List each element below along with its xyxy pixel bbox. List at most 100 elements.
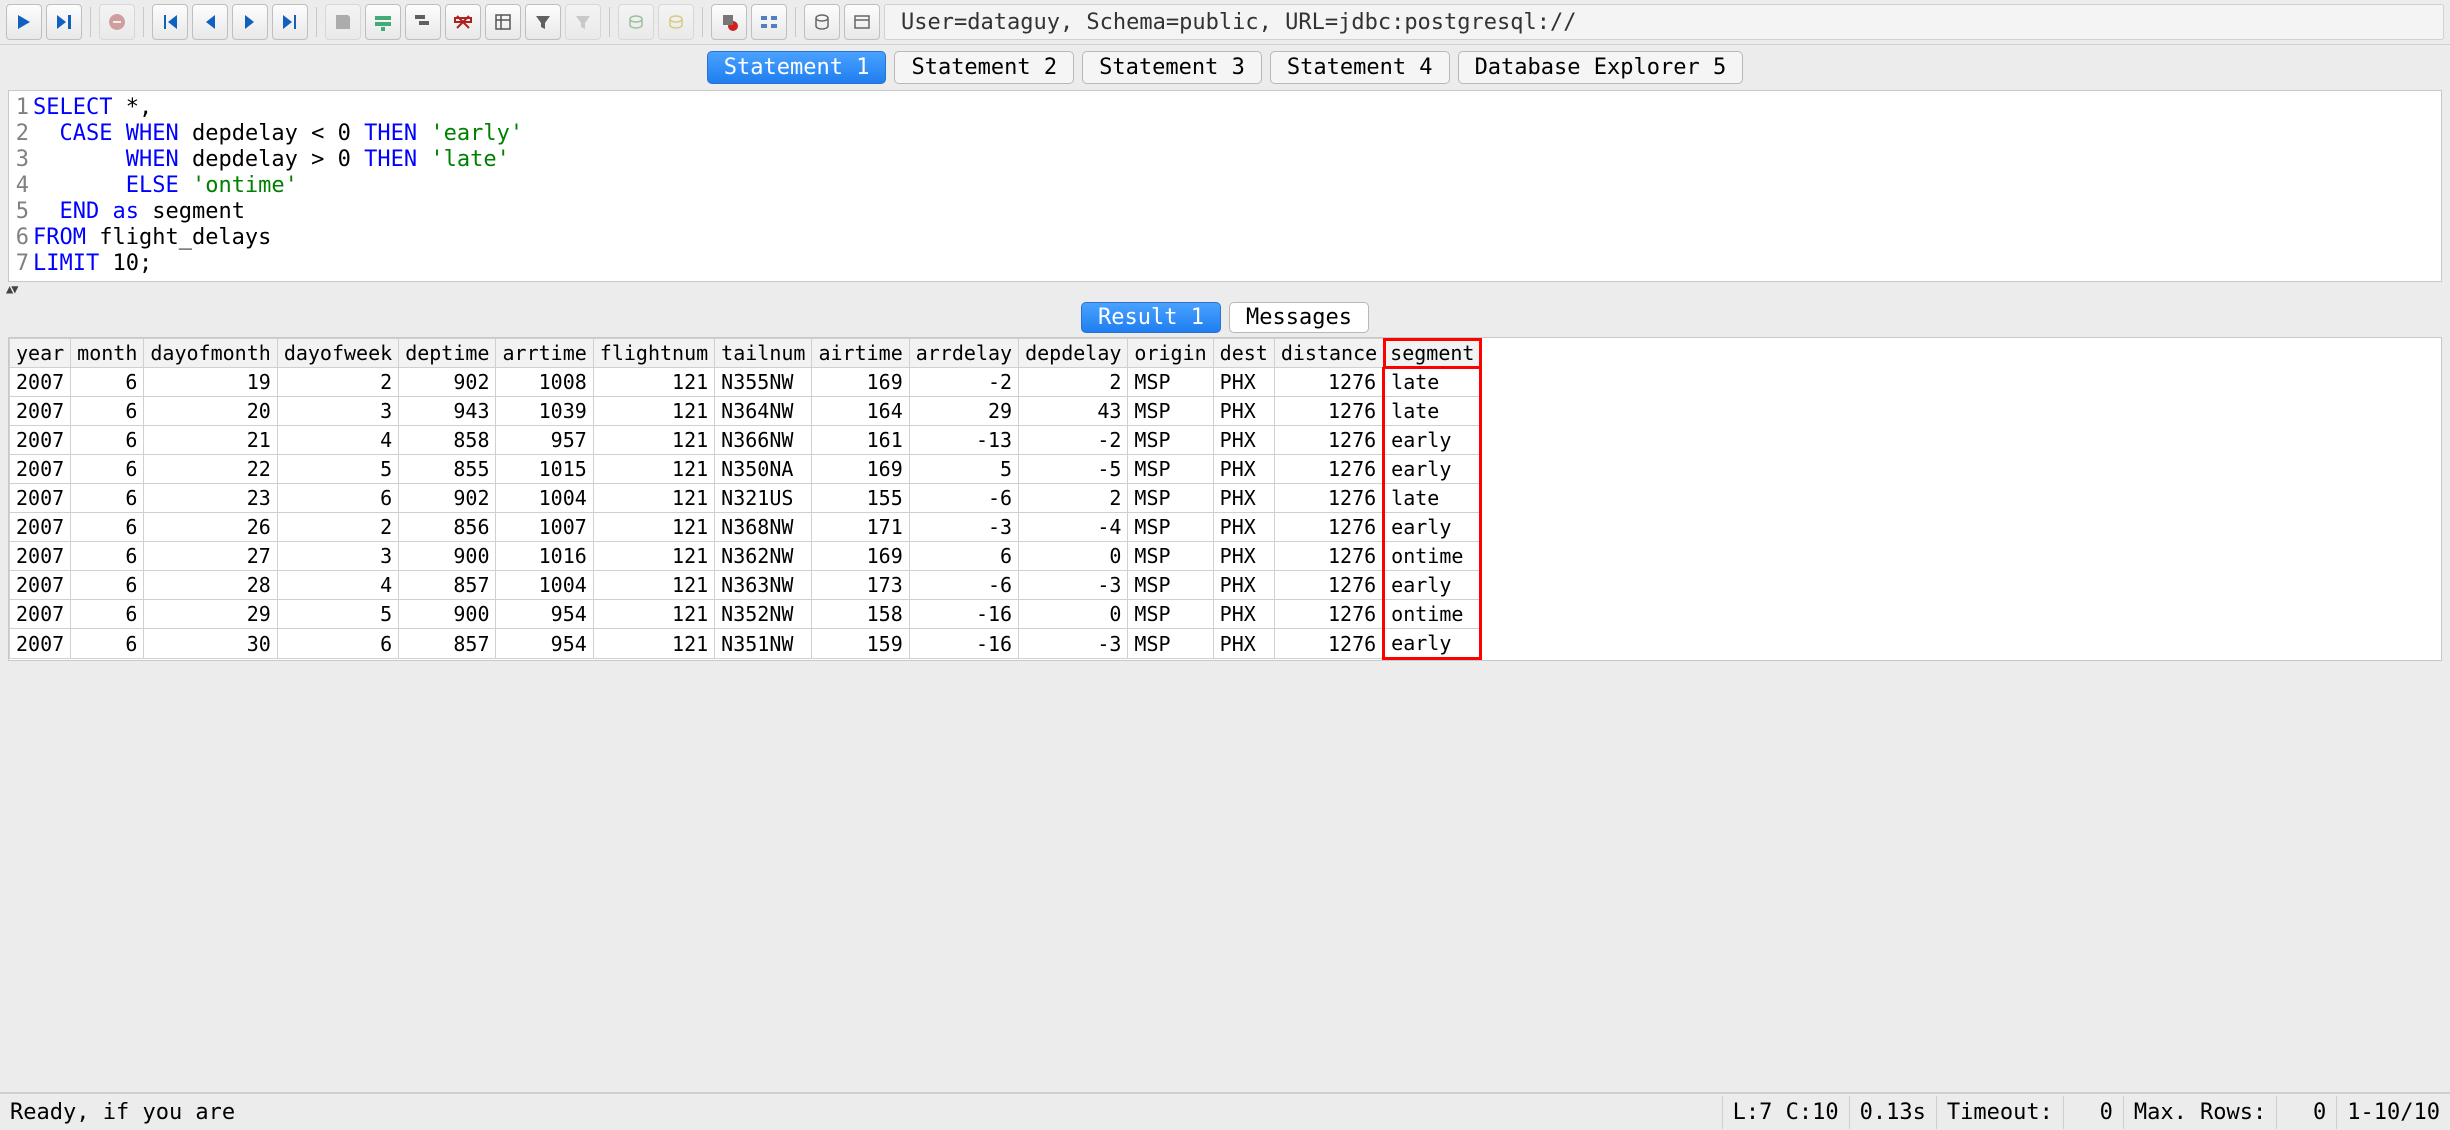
cell-distance[interactable]: 1276 <box>1274 426 1383 455</box>
cell-dayofweek[interactable]: 5 <box>277 600 398 629</box>
cell-dayofmonth[interactable]: 21 <box>144 426 277 455</box>
cell-distance[interactable]: 1276 <box>1274 542 1383 571</box>
table-row[interactable]: 20076295900954121N352NW158-160MSPPHX1276… <box>10 600 1481 629</box>
cell-dest[interactable]: PHX <box>1213 629 1274 659</box>
cell-flightnum[interactable]: 121 <box>593 426 714 455</box>
col-header-origin[interactable]: origin <box>1128 339 1213 368</box>
cell-dest[interactable]: PHX <box>1213 571 1274 600</box>
code-line[interactable]: CASE WHEN depdelay < 0 THEN 'early' <box>33 121 523 147</box>
select-columns-icon[interactable] <box>485 4 521 40</box>
cell-flightnum[interactable]: 121 <box>593 542 714 571</box>
cell-flightnum[interactable]: 121 <box>593 455 714 484</box>
col-header-depdelay[interactable]: depdelay <box>1019 339 1128 368</box>
cell-depdelay[interactable]: -3 <box>1019 571 1128 600</box>
cell-flightnum[interactable]: 121 <box>593 484 714 513</box>
sql-editor[interactable]: 1SELECT *,2 CASE WHEN depdelay < 0 THEN … <box>8 90 2442 282</box>
col-header-segment[interactable]: segment <box>1384 339 1481 368</box>
cell-dayofweek[interactable]: 2 <box>277 513 398 542</box>
cell-year[interactable]: 2007 <box>10 513 71 542</box>
status-timeout-value[interactable]: 0 <box>2064 1096 2124 1129</box>
cell-tailnum[interactable]: N362NW <box>715 542 812 571</box>
cell-depdelay[interactable]: -4 <box>1019 513 1128 542</box>
cell-distance[interactable]: 1276 <box>1274 455 1383 484</box>
cell-arrtime[interactable]: 1007 <box>496 513 593 542</box>
col-header-tailnum[interactable]: tailnum <box>715 339 812 368</box>
cell-airtime[interactable]: 169 <box>812 368 909 397</box>
cell-arrtime[interactable]: 954 <box>496 600 593 629</box>
cell-dayofweek[interactable]: 2 <box>277 368 398 397</box>
explain-icon[interactable] <box>751 4 787 40</box>
cell-airtime[interactable]: 155 <box>812 484 909 513</box>
prev-icon[interactable] <box>192 4 228 40</box>
tab-statement-5[interactable]: Database Explorer 5 <box>1458 51 1744 84</box>
cell-year[interactable]: 2007 <box>10 397 71 426</box>
cell-dayofweek[interactable]: 3 <box>277 397 398 426</box>
table-row[interactable]: 200762369021004121N321US155-62MSPPHX1276… <box>10 484 1481 513</box>
cell-dest[interactable]: PHX <box>1213 397 1274 426</box>
cell-origin[interactable]: MSP <box>1128 629 1213 659</box>
cell-year[interactable]: 2007 <box>10 571 71 600</box>
cell-segment[interactable]: early <box>1384 426 1481 455</box>
cell-month[interactable]: 6 <box>71 426 144 455</box>
cell-month[interactable]: 6 <box>71 397 144 426</box>
cell-origin[interactable]: MSP <box>1128 513 1213 542</box>
cell-tailnum[interactable]: N352NW <box>715 600 812 629</box>
table-row[interactable]: 20076214858957121N366NW161-13-2MSPPHX127… <box>10 426 1481 455</box>
cell-year[interactable]: 2007 <box>10 600 71 629</box>
table-row[interactable]: 200762739001016121N362NW16960MSPPHX1276o… <box>10 542 1481 571</box>
cell-segment[interactable]: early <box>1384 629 1481 659</box>
cell-month[interactable]: 6 <box>71 368 144 397</box>
first-icon[interactable] <box>152 4 188 40</box>
next-icon[interactable] <box>232 4 268 40</box>
cell-origin[interactable]: MSP <box>1128 542 1213 571</box>
cell-dayofmonth[interactable]: 27 <box>144 542 277 571</box>
cell-depdelay[interactable]: 0 <box>1019 600 1128 629</box>
cell-depdelay[interactable]: 43 <box>1019 397 1128 426</box>
cell-arrdelay[interactable]: 5 <box>909 455 1018 484</box>
cell-distance[interactable]: 1276 <box>1274 600 1383 629</box>
cell-deptime[interactable]: 855 <box>399 455 496 484</box>
cell-dest[interactable]: PHX <box>1213 426 1274 455</box>
cell-segment[interactable]: early <box>1384 571 1481 600</box>
col-header-flightnum[interactable]: flightnum <box>593 339 714 368</box>
cell-arrdelay[interactable]: 29 <box>909 397 1018 426</box>
cell-tailnum[interactable]: N321US <box>715 484 812 513</box>
cell-flightnum[interactable]: 121 <box>593 513 714 542</box>
cell-deptime[interactable]: 902 <box>399 484 496 513</box>
cell-flightnum[interactable]: 121 <box>593 368 714 397</box>
table-row[interactable]: 200762848571004121N363NW173-6-3MSPPHX127… <box>10 571 1481 600</box>
cell-dest[interactable]: PHX <box>1213 542 1274 571</box>
cell-month[interactable]: 6 <box>71 455 144 484</box>
code-line[interactable]: WHEN depdelay > 0 THEN 'late' <box>33 147 510 173</box>
cell-distance[interactable]: 1276 <box>1274 484 1383 513</box>
filter-icon[interactable] <box>525 4 561 40</box>
cell-flightnum[interactable]: 121 <box>593 397 714 426</box>
cell-tailnum[interactable]: N368NW <box>715 513 812 542</box>
cell-year[interactable]: 2007 <box>10 368 71 397</box>
cell-depdelay[interactable]: 0 <box>1019 542 1128 571</box>
cell-depdelay[interactable]: -5 <box>1019 455 1128 484</box>
tab-statement-4[interactable]: Statement 4 <box>1270 51 1450 84</box>
cell-airtime[interactable]: 171 <box>812 513 909 542</box>
cell-segment[interactable]: early <box>1384 455 1481 484</box>
cell-month[interactable]: 6 <box>71 484 144 513</box>
table-row[interactable]: 200762258551015121N350NA1695-5MSPPHX1276… <box>10 455 1481 484</box>
cell-month[interactable]: 6 <box>71 513 144 542</box>
cell-deptime[interactable]: 857 <box>399 629 496 659</box>
cell-distance[interactable]: 1276 <box>1274 397 1383 426</box>
cell-flightnum[interactable]: 121 <box>593 629 714 659</box>
cell-airtime[interactable]: 159 <box>812 629 909 659</box>
table-row[interactable]: 200761929021008121N355NW169-22MSPPHX1276… <box>10 368 1481 397</box>
cell-origin[interactable]: MSP <box>1128 455 1213 484</box>
cell-year[interactable]: 2007 <box>10 455 71 484</box>
cell-arrdelay[interactable]: -2 <box>909 368 1018 397</box>
cell-segment[interactable]: late <box>1384 397 1481 426</box>
table-row[interactable]: 200762039431039121N364NW1642943MSPPHX127… <box>10 397 1481 426</box>
col-header-dest[interactable]: dest <box>1213 339 1274 368</box>
cell-origin[interactable]: MSP <box>1128 397 1213 426</box>
cell-origin[interactable]: MSP <box>1128 368 1213 397</box>
col-header-dayofmonth[interactable]: dayofmonth <box>144 339 277 368</box>
cell-origin[interactable]: MSP <box>1128 600 1213 629</box>
delete-row-icon[interactable] <box>445 4 481 40</box>
code-line[interactable]: ELSE 'ontime' <box>33 173 298 199</box>
